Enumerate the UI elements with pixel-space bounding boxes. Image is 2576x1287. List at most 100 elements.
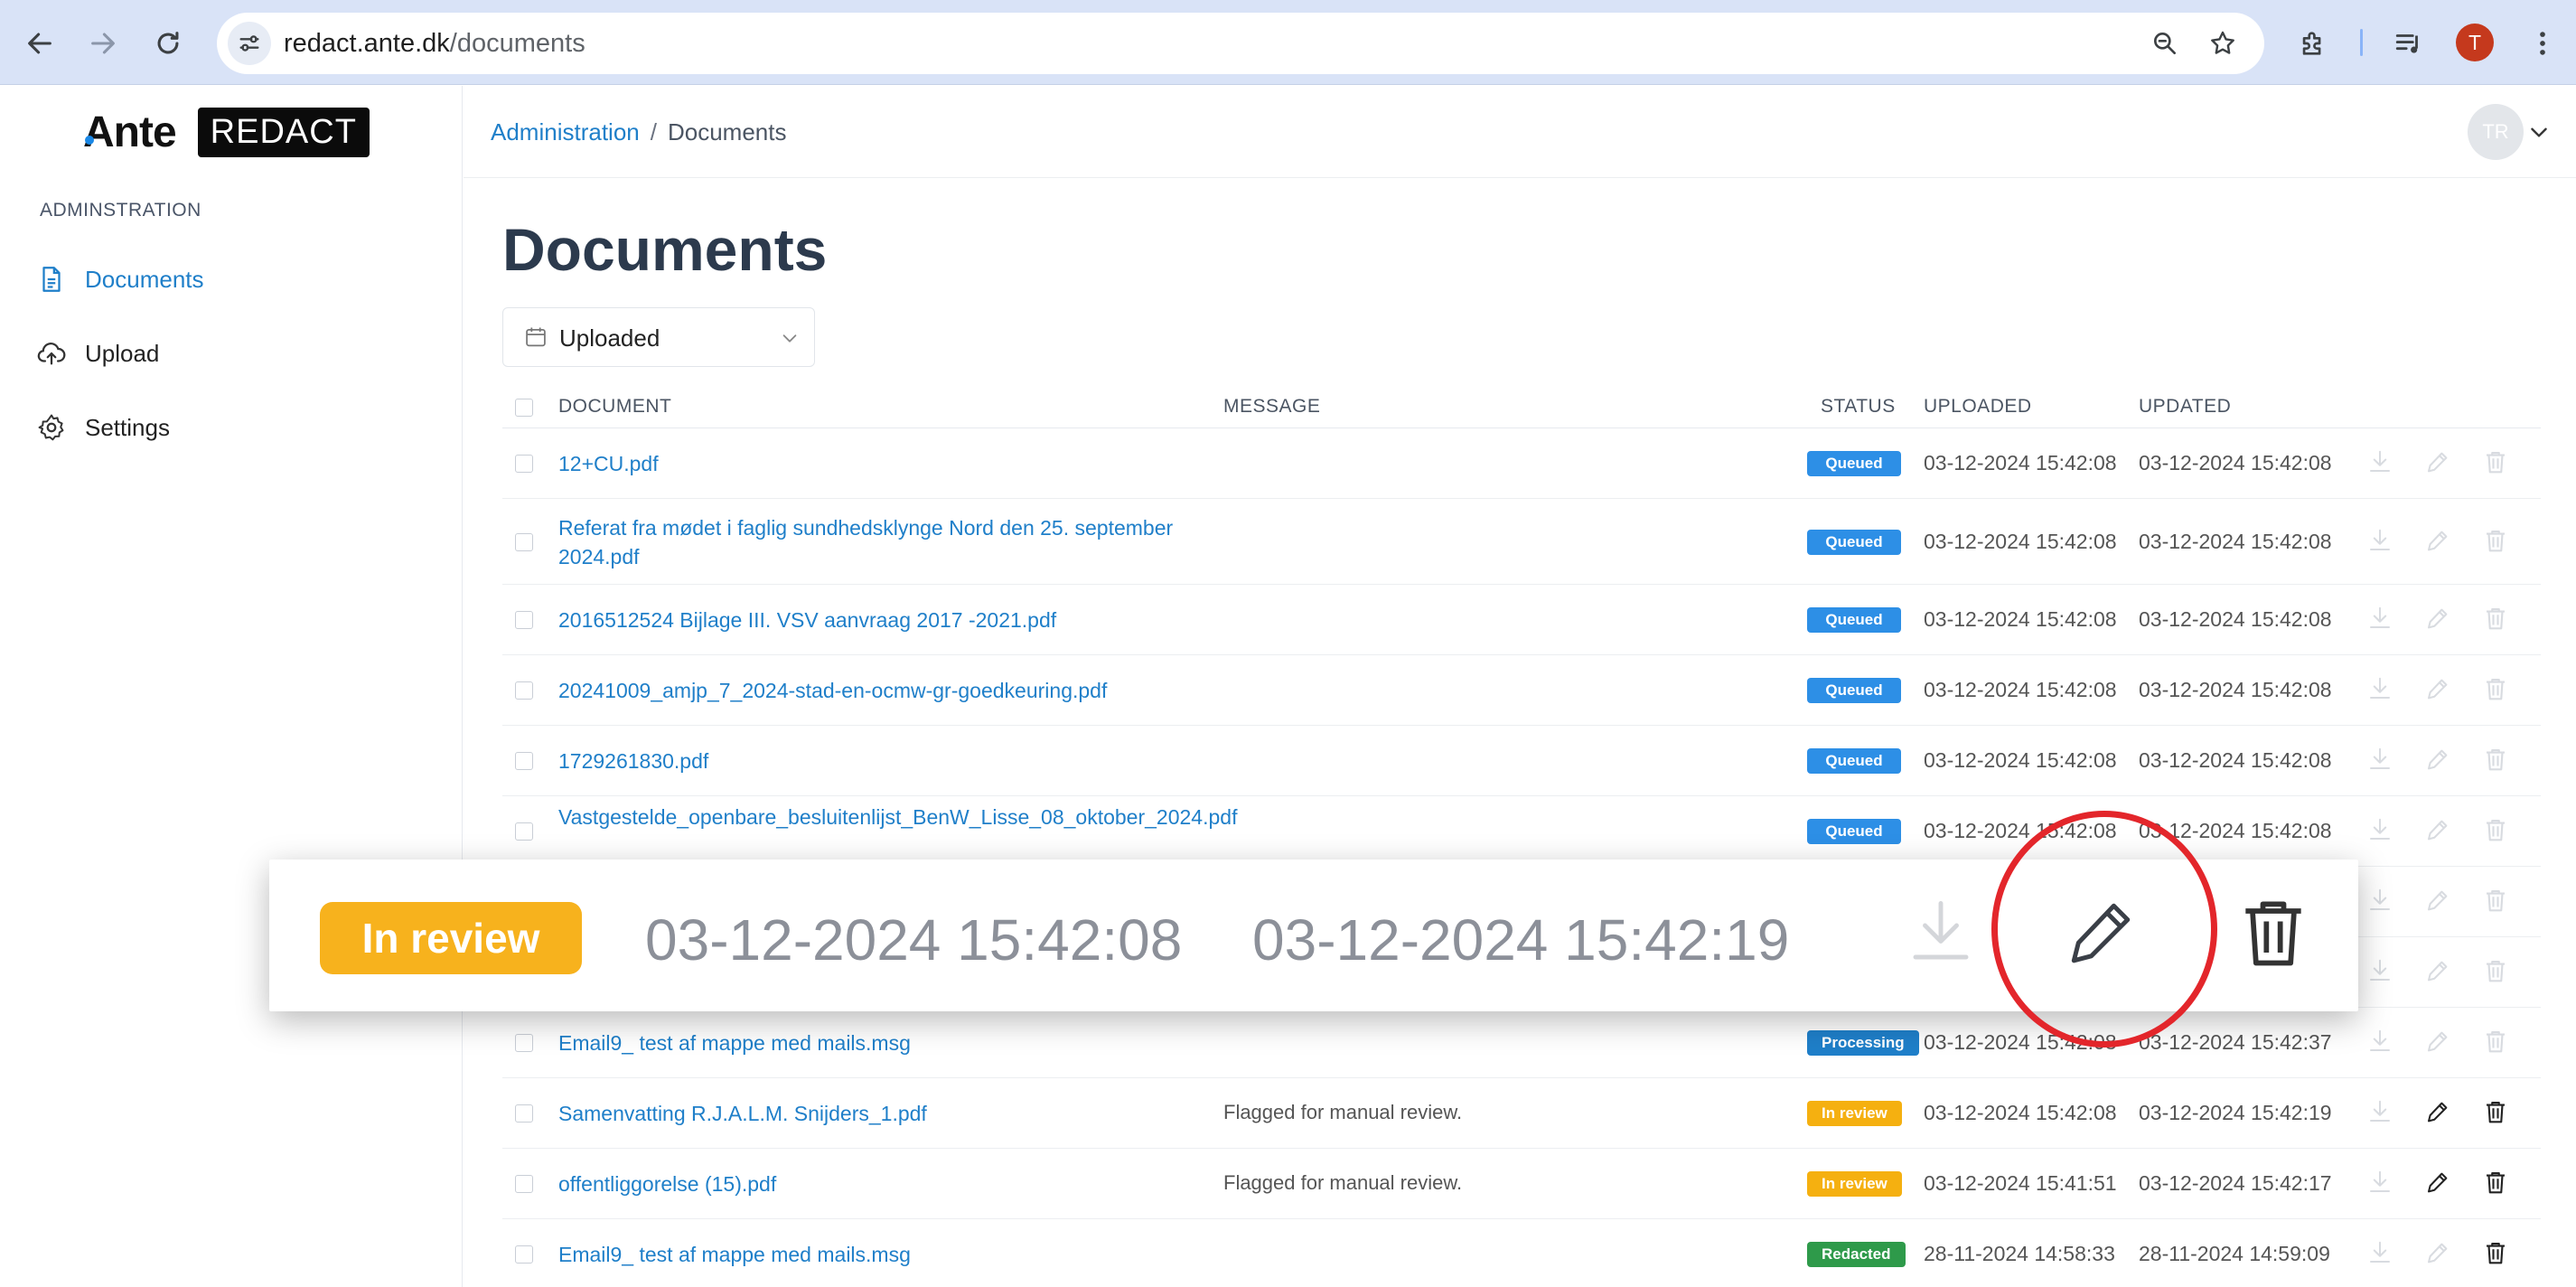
table-row[interactable]: 1729261830.pdf Queued 03-12-2024 15:42:08 0…	[502, 726, 2541, 796]
trash-icon[interactable]	[2232, 890, 2315, 973]
table-row[interactable]: 2016512524 Bijlage III. VSV aanvraag 201…	[502, 585, 2541, 655]
table-row[interactable]: Email9_ test af mappe med mails.msg Proce…	[502, 1008, 2541, 1078]
document-link[interactable]: 20241009_amjp_7_2024-stad-en-ocmw-gr-goe…	[558, 676, 1191, 705]
download-button[interactable]	[2366, 605, 2393, 632]
back-button[interactable]	[13, 16, 67, 70]
download-button[interactable]	[2366, 1028, 2393, 1055]
row-checkbox[interactable]	[515, 1175, 533, 1193]
browser-menu-button[interactable]	[2515, 16, 2570, 70]
column-header-document[interactable]: DOCUMENT	[558, 396, 671, 418]
sidebar-item-documents[interactable]: Documents	[36, 256, 434, 303]
delete-button[interactable]	[2482, 957, 2509, 984]
extensions-button[interactable]	[2286, 16, 2340, 70]
document-link[interactable]: offentliggorelse (15).pdf	[558, 1170, 1191, 1198]
document-link[interactable]: 12+CU.pdf	[558, 449, 1191, 478]
address-bar[interactable]: redact.ante.dk/documents	[217, 13, 2264, 74]
browser-profile-avatar[interactable]: T	[2456, 23, 2494, 61]
date-filter-select[interactable]: Uploaded	[502, 307, 815, 367]
delete-button[interactable]	[2482, 1239, 2509, 1266]
edit-button[interactable]	[2424, 1028, 2451, 1055]
document-link[interactable]: Referat fra mødet i faglig sundhedsklyng…	[558, 513, 1191, 571]
delete-button[interactable]	[2482, 746, 2509, 773]
column-header-message[interactable]: MESSAGE	[1223, 396, 1320, 418]
edit-button[interactable]	[2424, 746, 2451, 773]
table-row[interactable]: Referat fra mødet i faglig sundhedsklyng…	[502, 499, 2541, 585]
breadcrumb-current: Documents	[667, 118, 787, 146]
edit-button[interactable]	[2424, 448, 2451, 475]
row-checkbox[interactable]	[515, 532, 533, 551]
forward-button[interactable]	[76, 16, 130, 70]
download-icon	[2370, 1170, 2390, 1192]
download-button[interactable]	[2366, 1239, 2393, 1266]
row-checkbox[interactable]	[515, 822, 533, 841]
chevron-down-icon[interactable]	[2527, 120, 2551, 144]
table-row[interactable]: Vastgestelde_openbare_besluitenlijst_Ben…	[502, 796, 2541, 867]
download-button[interactable]	[2366, 1098, 2393, 1125]
download-button[interactable]	[2366, 746, 2393, 773]
edit-button[interactable]	[2424, 605, 2451, 632]
document-link[interactable]: Vastgestelde_openbare_besluitenlijst_Ben…	[558, 803, 1237, 831]
edit-button[interactable]	[2424, 1169, 2451, 1196]
table-row[interactable]: Email9_ test af mappe med mails.msg Redac…	[502, 1219, 2541, 1287]
breadcrumb-link-administration[interactable]: Administration	[491, 118, 640, 146]
row-checkbox[interactable]	[515, 455, 533, 473]
row-checkbox[interactable]	[515, 1245, 533, 1264]
user-avatar[interactable]: TR	[2468, 104, 2524, 160]
edit-button[interactable]	[2424, 527, 2451, 554]
table-row[interactable]: offentliggorelse (15).pdf Flagged for man…	[502, 1149, 2541, 1219]
row-checkbox[interactable]	[515, 681, 533, 700]
media-controls-button[interactable]	[2382, 16, 2436, 70]
download-button[interactable]	[2366, 448, 2393, 475]
delete-button[interactable]	[2482, 675, 2509, 702]
edit-button[interactable]	[2424, 1239, 2451, 1266]
reload-button[interactable]	[141, 16, 195, 70]
table-row[interactable]: 12+CU.pdf Queued 03-12-2024 15:42:08 03-12-…	[502, 428, 2541, 499]
column-header-updated[interactable]: UPDATED	[2139, 396, 2231, 418]
site-settings-icon[interactable]	[228, 22, 271, 65]
document-link[interactable]: Email9_ test af mappe med mails.msg	[558, 1240, 1191, 1269]
sidebar: Ante REDACT ADMINSTRATION Documents Uplo…	[0, 86, 463, 1287]
delete-button[interactable]	[2482, 1169, 2509, 1196]
row-checkbox[interactable]	[515, 752, 533, 770]
edit-button[interactable]	[2424, 887, 2451, 914]
updated-date: 03-12-2024 15:42:08	[2139, 748, 2332, 772]
document-link[interactable]: Email9_ test af mappe med mails.msg	[558, 1029, 1191, 1057]
download-button[interactable]	[2366, 1169, 2393, 1196]
edit-button[interactable]	[2424, 816, 2451, 843]
document-link[interactable]: Samenvatting R.J.A.L.M. Snijders_1.pdf	[558, 1099, 1191, 1128]
edit-button[interactable]	[2424, 957, 2451, 984]
delete-button[interactable]	[2482, 605, 2509, 632]
document-link[interactable]: 1729261830.pdf	[558, 747, 1191, 775]
download-button[interactable]	[2366, 675, 2393, 702]
row-checkbox[interactable]	[515, 1034, 533, 1052]
row-checkbox[interactable]	[515, 1104, 533, 1123]
zoom-icon[interactable]	[2147, 25, 2183, 61]
delete-button[interactable]	[2482, 527, 2509, 554]
trash-icon	[2487, 960, 2505, 982]
app-logo[interactable]: Ante REDACT	[83, 102, 370, 162]
download-button[interactable]	[2366, 816, 2393, 843]
sidebar-item-upload[interactable]: Upload	[36, 330, 434, 377]
pencil-edit-icon	[2428, 961, 2448, 982]
edit-button[interactable]	[2424, 675, 2451, 702]
column-header-uploaded[interactable]: UPLOADED	[1924, 396, 2032, 418]
sidebar-item-settings[interactable]: Settings	[36, 404, 434, 451]
download-button[interactable]	[2366, 957, 2393, 984]
table-row[interactable]: 20241009_amjp_7_2024-stad-en-ocmw-gr-goe…	[502, 655, 2541, 726]
download-icon[interactable]	[1903, 894, 1979, 970]
delete-button[interactable]	[2482, 1028, 2509, 1055]
bookmark-star-icon[interactable]	[2205, 25, 2241, 61]
select-all-checkbox[interactable]	[515, 399, 533, 417]
delete-button[interactable]	[2482, 448, 2509, 475]
edit-button[interactable]	[2424, 1098, 2451, 1125]
row-checkbox[interactable]	[515, 611, 533, 629]
column-header-status[interactable]: STATUS	[1821, 396, 1896, 418]
download-button[interactable]	[2366, 527, 2393, 554]
delete-button[interactable]	[2482, 1098, 2509, 1125]
table-row[interactable]: Samenvatting R.J.A.L.M. Snijders_1.pdf Fl…	[502, 1078, 2541, 1149]
download-button[interactable]	[2366, 887, 2393, 914]
delete-button[interactable]	[2482, 816, 2509, 843]
delete-button[interactable]	[2482, 887, 2509, 914]
trash-icon	[2487, 1171, 2505, 1194]
document-link[interactable]: 2016512524 Bijlage III. VSV aanvraag 201…	[558, 606, 1191, 634]
